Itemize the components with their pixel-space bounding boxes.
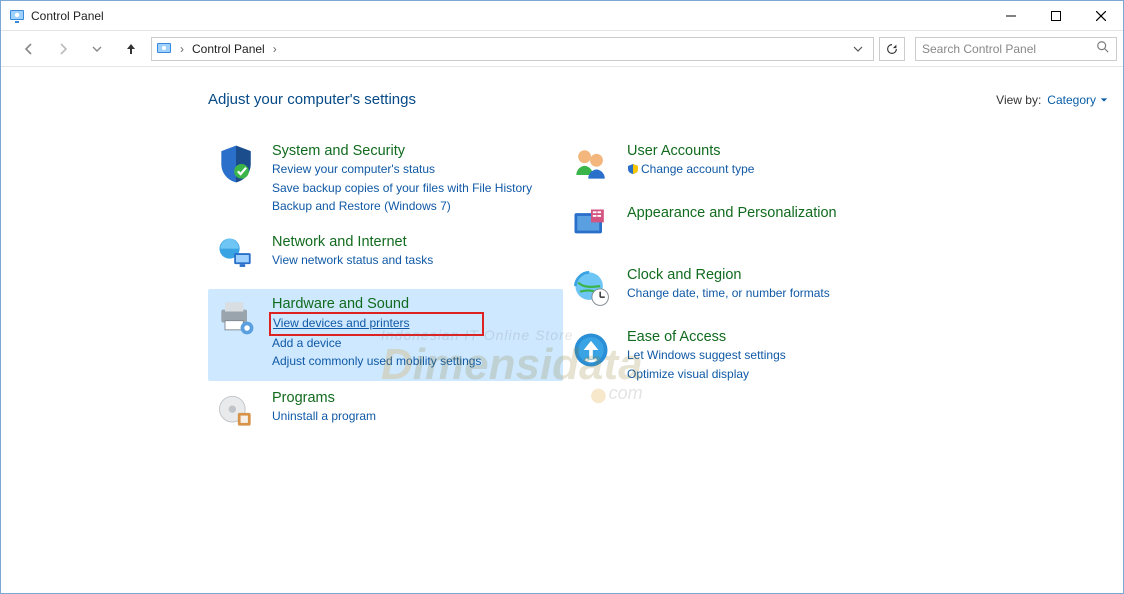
category-title[interactable]: Appearance and Personalization	[627, 204, 837, 222]
ease-of-access-icon[interactable]	[569, 328, 613, 372]
address-dropdown[interactable]	[847, 38, 869, 60]
minimize-button[interactable]	[988, 1, 1033, 31]
task-link[interactable]: Adjust commonly used mobility settings	[272, 353, 481, 370]
viewby-value: Category	[1047, 93, 1096, 107]
task-link[interactable]: Save backup copies of your files with Fi…	[272, 180, 532, 197]
category-title[interactable]: System and Security	[272, 142, 532, 160]
category-title[interactable]: Ease of Access	[627, 328, 786, 346]
category-title[interactable]: Hardware and Sound	[272, 295, 481, 313]
control-panel-icon	[9, 8, 25, 24]
category-ease-of-access: Ease of Access Let Windows suggest setti…	[563, 322, 918, 393]
task-link[interactable]: Change date, time, or number formats	[627, 285, 830, 302]
back-button[interactable]	[15, 35, 43, 63]
control-panel-icon-small	[156, 41, 172, 57]
user-accounts-icon[interactable]	[569, 142, 613, 186]
up-button[interactable]	[117, 35, 145, 63]
breadcrumb[interactable]: Control Panel	[192, 42, 265, 56]
category-title[interactable]: Clock and Region	[627, 266, 830, 284]
task-link[interactable]: Optimize visual display	[627, 366, 786, 383]
page-title: Adjust your computer's settings	[208, 91, 416, 108]
appearance-icon[interactable]	[569, 204, 613, 248]
category-system-security: System and Security Review your computer…	[208, 136, 563, 225]
maximize-button[interactable]	[1033, 1, 1078, 31]
close-button[interactable]	[1078, 1, 1123, 31]
task-link[interactable]: Backup and Restore (Windows 7)	[272, 198, 532, 215]
task-link[interactable]: Review your computer's status	[272, 161, 532, 178]
forward-button[interactable]	[49, 35, 77, 63]
shield-icon[interactable]	[214, 142, 258, 186]
category-programs: Programs Uninstall a program	[208, 383, 563, 443]
uac-shield-icon	[627, 163, 639, 175]
category-user-accounts: User Accounts Change account type	[563, 136, 918, 196]
recent-dropdown[interactable]	[83, 35, 111, 63]
task-link[interactable]: View network status and tasks	[272, 252, 433, 269]
clock-globe-icon[interactable]	[569, 266, 613, 310]
search-box[interactable]	[915, 37, 1117, 61]
navbar: › Control Panel ›	[1, 31, 1123, 67]
category-network-internet: Network and Internet View network status…	[208, 227, 563, 287]
globe-network-icon[interactable]	[214, 233, 258, 277]
address-bar[interactable]: › Control Panel ›	[151, 37, 874, 61]
task-link[interactable]: Let Windows suggest settings	[627, 347, 786, 364]
category-title[interactable]: User Accounts	[627, 142, 754, 160]
category-appearance-personalization: Appearance and Personalization	[563, 198, 918, 258]
viewby-dropdown[interactable]: Category	[1047, 93, 1108, 107]
viewby-label: View by:	[996, 93, 1041, 107]
titlebar: Control Panel	[1, 1, 1123, 31]
chevron-right-icon[interactable]: ›	[180, 42, 184, 56]
category-title[interactable]: Programs	[272, 389, 376, 407]
chevron-right-icon[interactable]: ›	[273, 42, 277, 56]
task-link[interactable]: Change account type	[627, 161, 754, 178]
task-link[interactable]: Uninstall a program	[272, 408, 376, 425]
search-input[interactable]	[922, 42, 1090, 56]
search-icon[interactable]	[1096, 40, 1110, 57]
programs-icon[interactable]	[214, 389, 258, 433]
printer-icon[interactable]	[214, 295, 258, 339]
category-title[interactable]: Network and Internet	[272, 233, 433, 251]
category-hardware-sound: Hardware and Sound View devices and prin…	[208, 289, 563, 380]
window-title: Control Panel	[31, 9, 988, 23]
task-link-highlighted[interactable]: View devices and printers	[272, 315, 481, 332]
task-link[interactable]: Add a device	[272, 335, 481, 352]
refresh-button[interactable]	[879, 37, 905, 61]
category-clock-region: Clock and Region Change date, time, or n…	[563, 260, 918, 320]
